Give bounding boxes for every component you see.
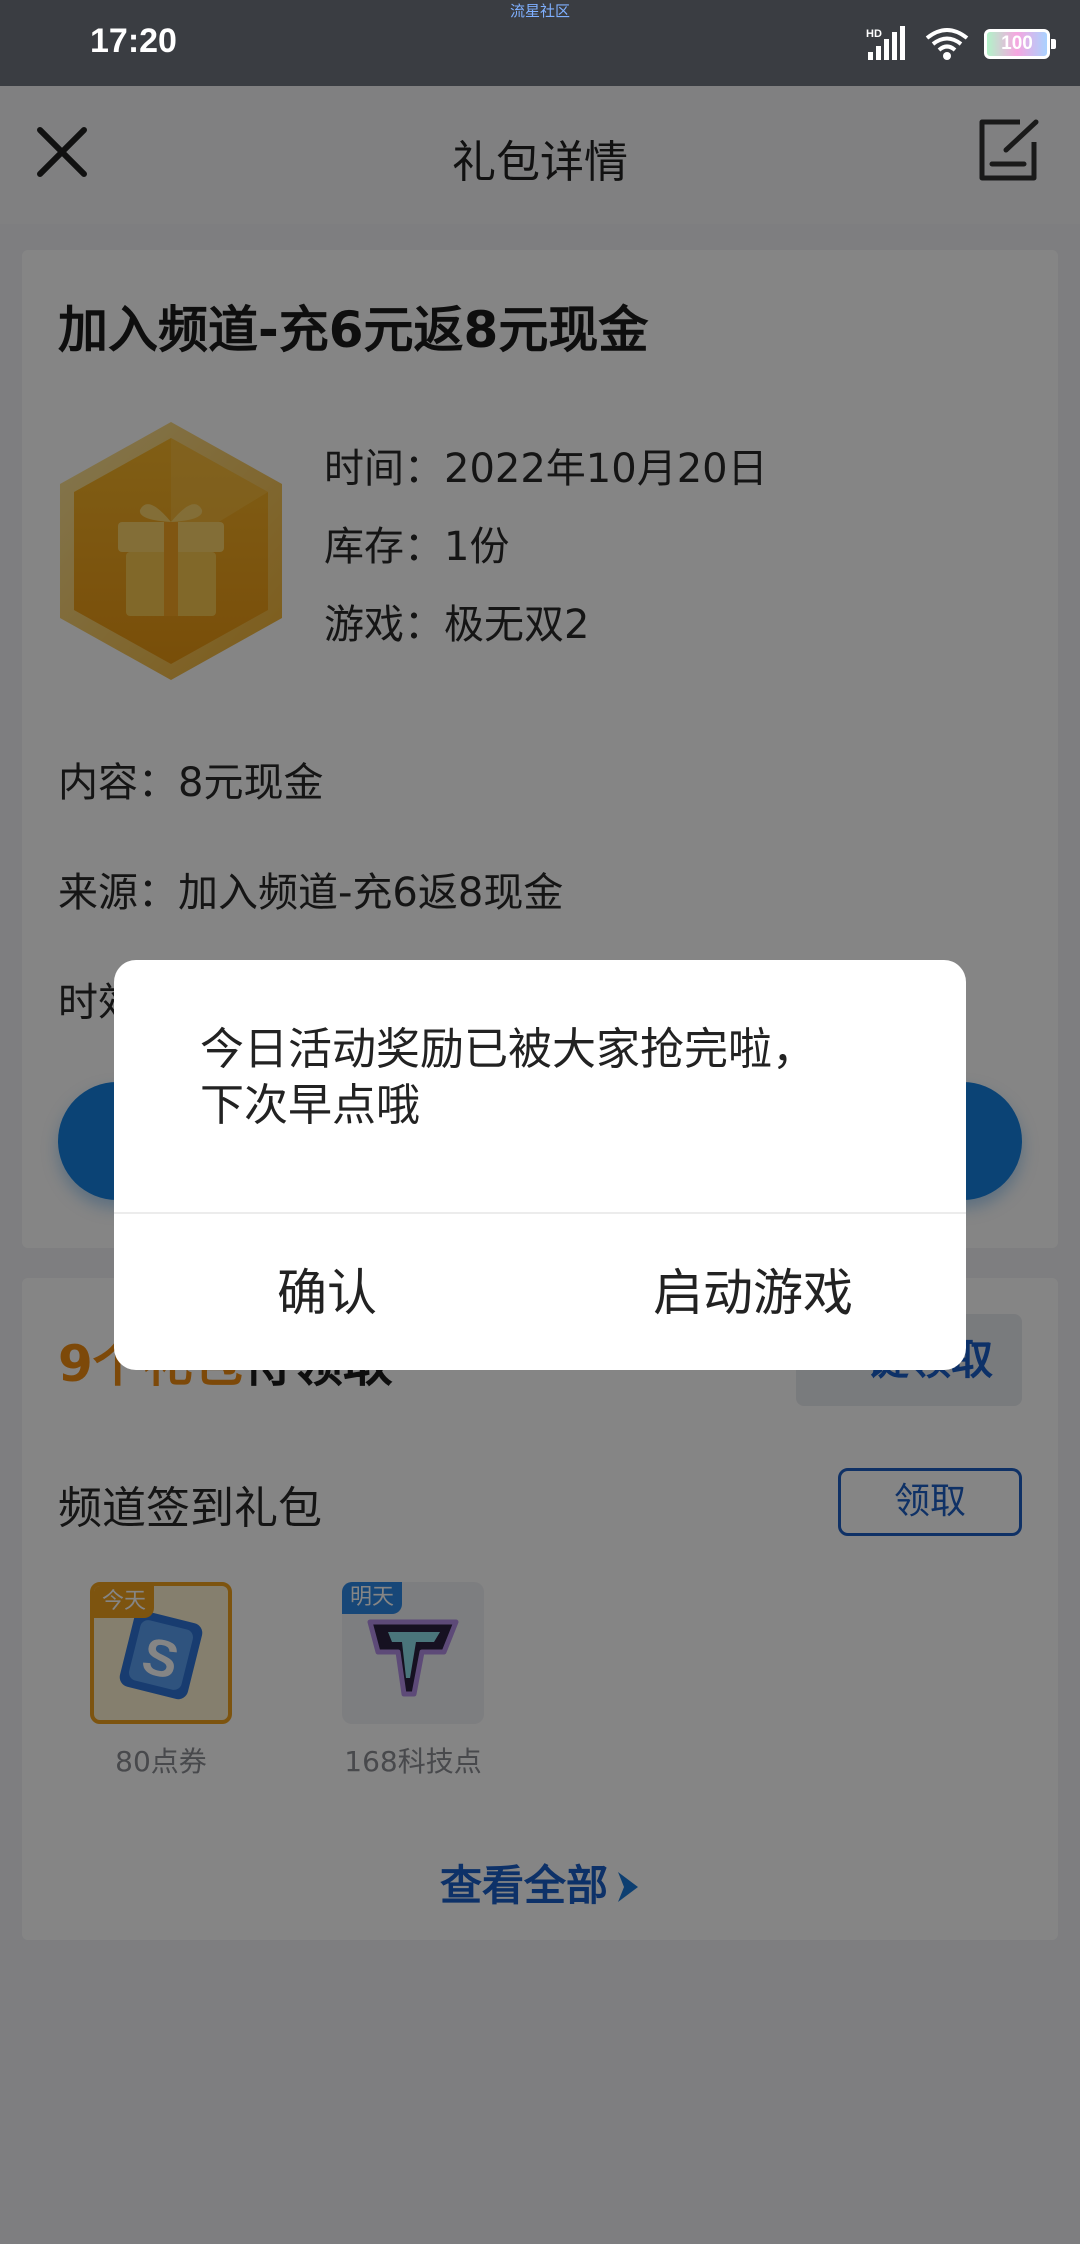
status-time: 17:20: [90, 22, 177, 60]
confirm-button[interactable]: 确认: [114, 1216, 540, 1370]
status-icons: HD 100: [864, 24, 1056, 64]
status-app-label: 流星社区: [509, 2, 570, 20]
status-bar: 流星社区 17:20 HD 100: [0, 0, 1080, 86]
hd-signal-icon: HD: [866, 26, 905, 60]
dialog-message-line2: 下次早点哦: [200, 1080, 420, 1131]
event-ended-dialog: 今日活动奖励已被大家抢完啦， 下次早点哦 确认 启动游戏: [114, 960, 966, 1370]
launch-game-button[interactable]: 启动游戏: [540, 1216, 966, 1370]
dialog-message-line1: 今日活动奖励已被大家抢完啦，: [200, 1024, 816, 1075]
wifi-icon: [925, 28, 969, 60]
svg-text:HD: HD: [866, 28, 882, 40]
dialog-divider: [114, 1212, 966, 1214]
dialog-message: 今日活动奖励已被大家抢完啦， 下次早点哦: [200, 1022, 900, 1134]
battery-icon: 100: [984, 29, 1056, 59]
